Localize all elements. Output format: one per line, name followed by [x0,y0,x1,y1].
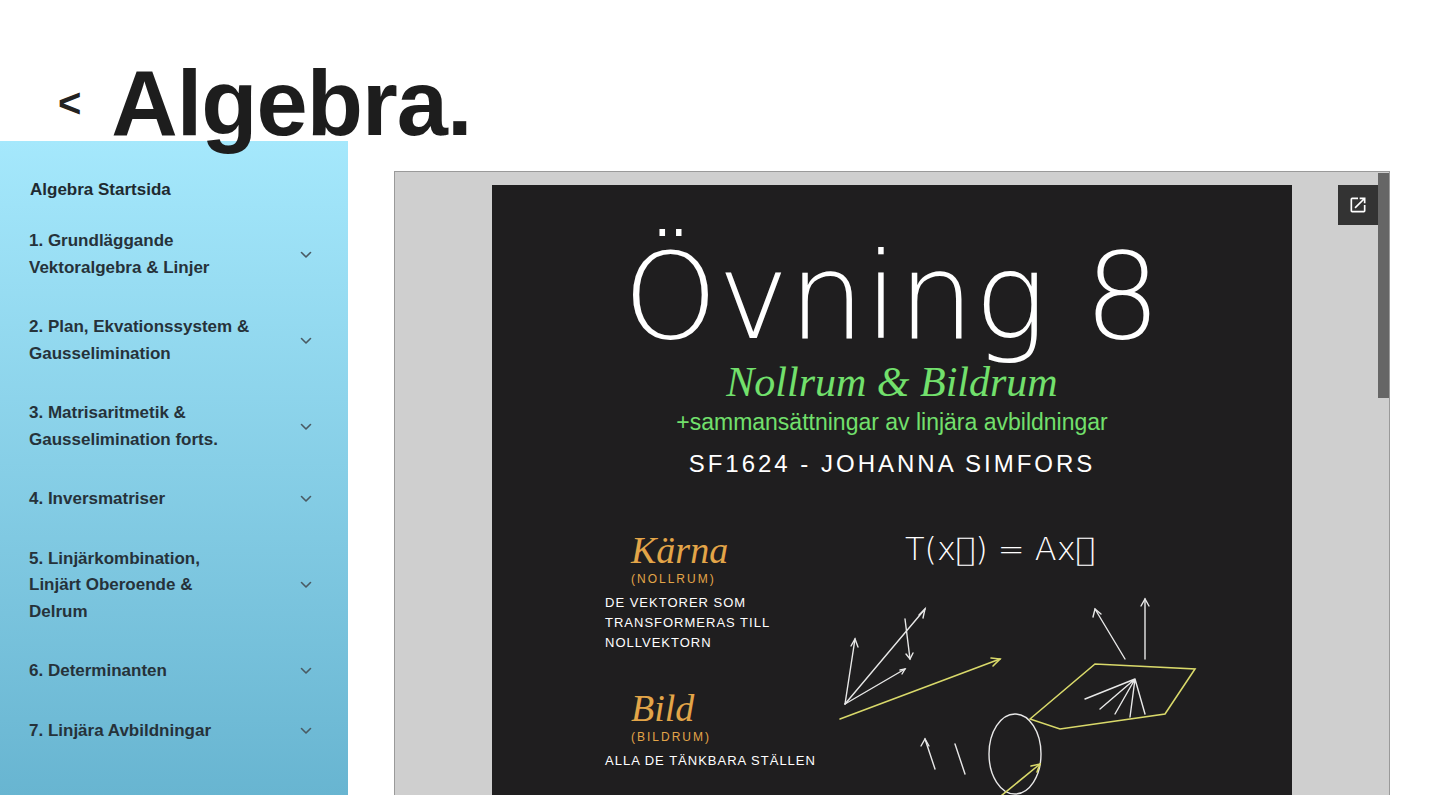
sidebar-item[interactable]: 2. Plan, Ekvationssystem &Gausseliminati… [0,314,348,367]
sidebar-item[interactable]: 6. Determinanten [0,658,348,685]
definition-label: (NOLLRUM) [631,571,845,587]
definition-heading: Kärna [631,529,845,571]
sidebar-item-line: 5. Linjärkombination, [29,546,200,573]
sidebar-item-label: 6. Determinanten [29,658,167,685]
scrollbar-track[interactable] [1378,172,1389,795]
sidebar-item-label: 5. Linjärkombination,Linjärt Oberoende &… [29,546,200,626]
back-link[interactable]: < [58,83,81,123]
sidebar-list: 1. GrundläggandeVektoralgebra & Linjer 2.… [0,228,348,744]
definition-section: Bild(BILDRUM) ALLA DE TÄNKBARA STÄLLEN [605,687,845,771]
sidebar-item-label: 3. Matrisaritmetik &Gausselimination for… [29,400,218,453]
definition-heading: Bild [631,687,845,729]
sidebar: Algebra Startsida 1. GrundläggandeVektora… [0,141,348,795]
sketch-column: T(x⃗) = Ax⃗ [835,529,1205,795]
sidebar-item-line: Delrum [29,599,200,626]
sidebar-item[interactable]: 5. Linjärkombination,Linjärt Oberoende &… [0,546,348,626]
sidebar-item-line: 2. Plan, Ekvationssystem & [29,314,249,341]
chevron-down-icon [300,251,312,259]
sidebar-item-line: 3. Matrisaritmetik & [29,400,218,427]
definition-label: (BILDRUM) [631,729,845,745]
open-external-button[interactable] [1338,185,1378,225]
doc-subtitle-2: +sammansättningar av linjära avbildninga… [492,407,1292,437]
doc-subtitle: Nollrum & Bildrum [492,357,1292,407]
page-title: Algebra. [111,57,471,149]
document-page: Övning 8Nollrum & Bildrum+sammansättning… [492,185,1292,795]
sidebar-item-line: Linjärt Oberoende & [29,572,200,599]
chevron-down-icon [300,423,312,431]
chevron-down-icon [300,581,312,589]
sidebar-item[interactable]: 4. Inversmatriser [0,486,348,513]
open-external-icon [1348,195,1368,215]
sidebar-item-line: 4. Inversmatriser [29,486,165,513]
page-header: <Algebra. [0,0,1435,141]
chevron-down-icon [300,727,312,735]
formula: T(x⃗) = Ax⃗ [905,529,1095,569]
sidebar-item-line: Gausselimination forts. [29,427,218,454]
definition-section: Kärna(NOLLRUM) DE VEKTORER SOMTRANSFORMER… [605,529,845,653]
sidebar-item-line: Gausselimination [29,341,249,368]
scrollbar-thumb[interactable] [1378,173,1389,398]
sidebar-item[interactable]: 7. Linjära Avbildningar [0,718,348,745]
sidebar-item-line: 7. Linjära Avbildningar [29,718,211,745]
sidebar-item[interactable]: 1. GrundläggandeVektoralgebra & Linjer [0,228,348,281]
doc-course: SF1624 - JOHANNA SIMFORS [492,447,1292,481]
sidebar-item-line: 6. Determinanten [29,658,167,685]
chevron-down-icon [300,337,312,345]
chevron-down-icon [300,667,312,675]
chalk-sketch-icon [835,569,1205,795]
doc-title: Övning 8 [623,237,1160,357]
sidebar-item-label: 4. Inversmatriser [29,486,165,513]
definition-line: TRANSFORMERAS TILL [605,613,845,633]
definitions-column: Kärna(NOLLRUM) DE VEKTORER SOMTRANSFORMER… [605,529,845,771]
sidebar-item[interactable]: 3. Matrisaritmetik &Gausselimination for… [0,400,348,453]
title-row: Övning 8 [492,185,1292,357]
sidebar-item-label: 1. GrundläggandeVektoralgebra & Linjer [29,228,209,281]
sidebar-item-label: 2. Plan, Ekvationssystem &Gausseliminati… [29,314,249,367]
definition-text: ALLA DE TÄNKBARA STÄLLEN [605,751,845,771]
main-area: Algebra Startsida 1. GrundläggandeVektora… [0,141,1435,795]
sidebar-item-line: 1. Grundläggande [29,228,209,255]
definition-text: DE VEKTORER SOMTRANSFORMERAS TILLNOLLVEK… [605,593,845,653]
definition-line: NOLLVEKTORN [605,633,845,653]
chevron-down-icon [300,495,312,503]
definition-line: DE VEKTORER SOM [605,593,845,613]
doc-content: Kärna(NOLLRUM) DE VEKTORER SOMTRANSFORMER… [492,529,1292,795]
sidebar-item-line: Vektoralgebra & Linjer [29,255,209,282]
sidebar-item-label: 7. Linjära Avbildningar [29,718,211,745]
document-viewer[interactable]: Övning 8Nollrum & Bildrum+sammansättning… [394,171,1390,795]
definition-line: ALLA DE TÄNKBARA STÄLLEN [605,751,845,771]
sidebar-home-link[interactable]: Algebra Startsida [0,177,348,203]
